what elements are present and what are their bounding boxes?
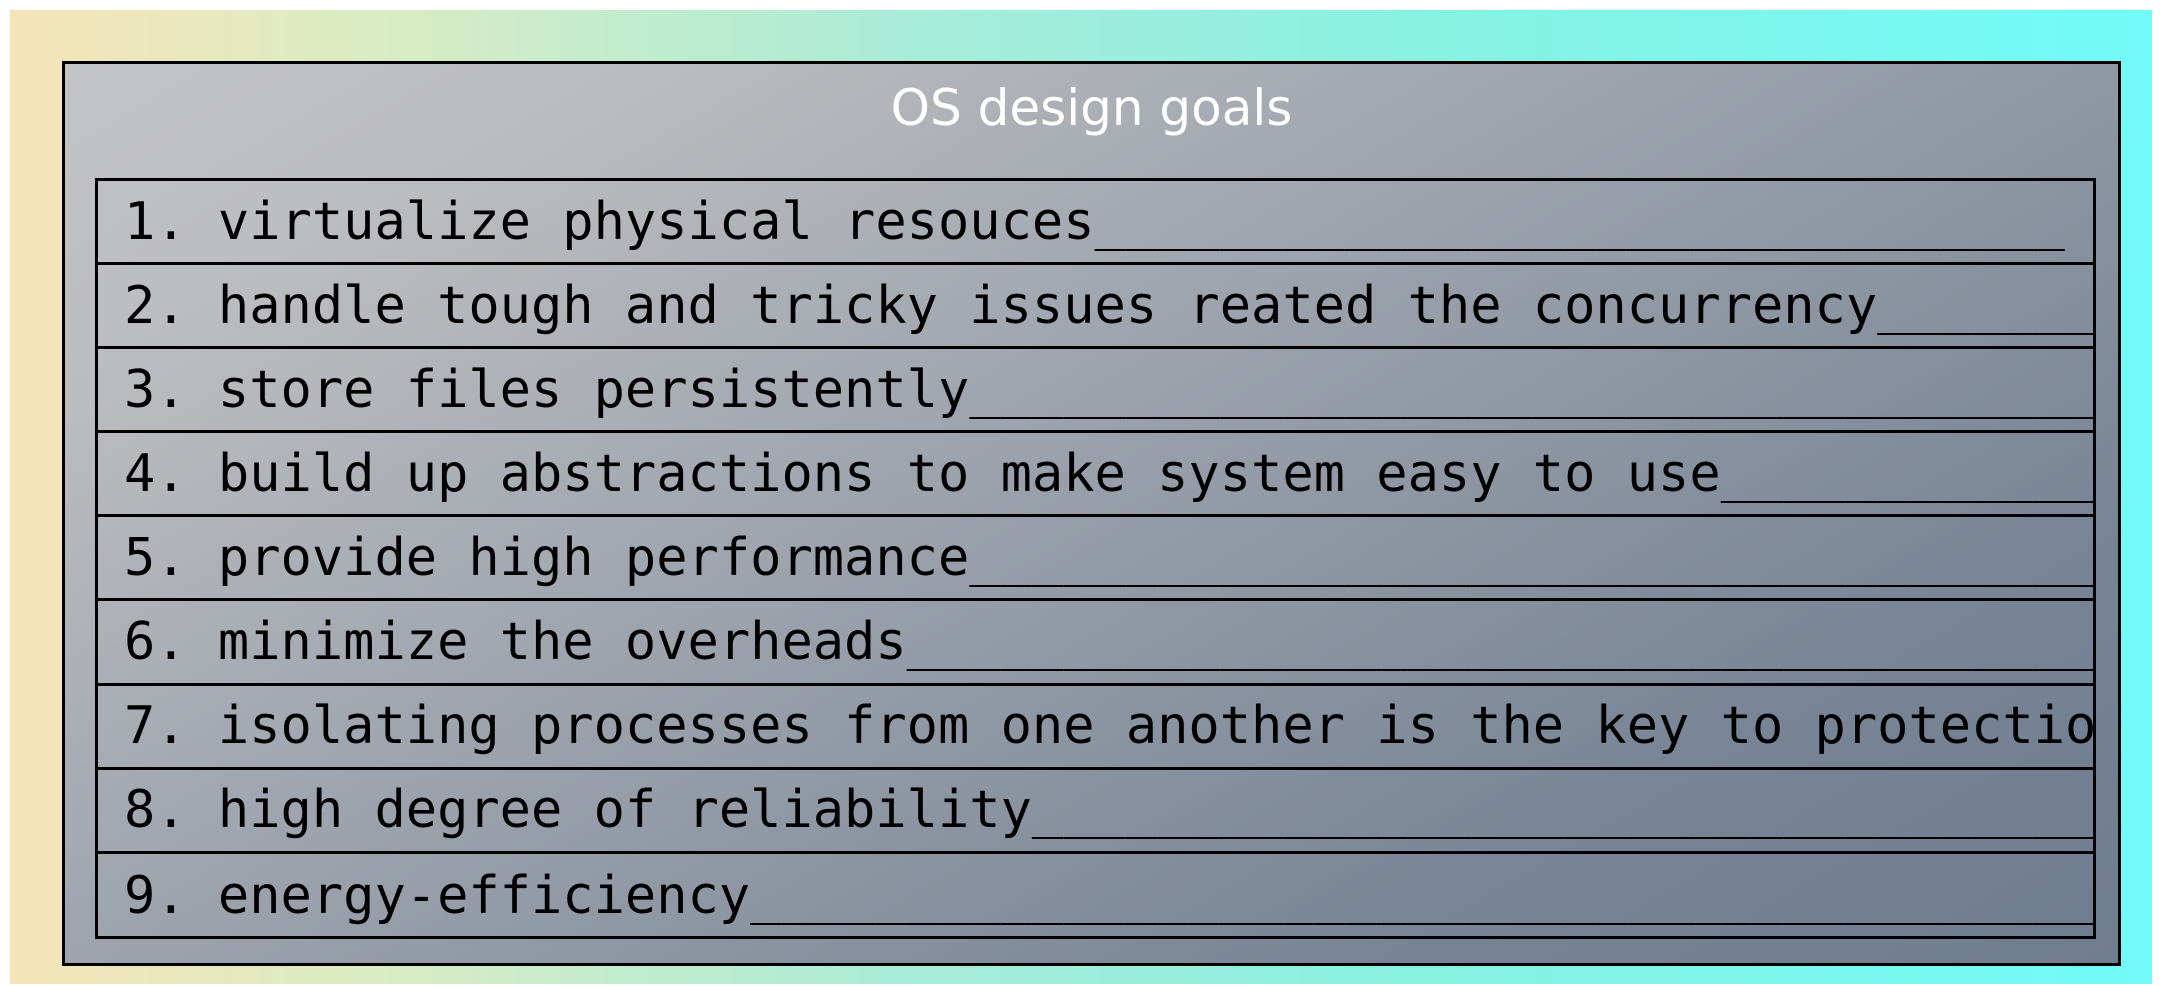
- list-item: 4. build up abstractions to make system …: [98, 433, 2093, 518]
- item-text: virtualize physical resouces____________…: [217, 191, 2066, 252]
- item-text: store files persistently________________…: [217, 359, 2093, 420]
- item-text: build up abstractions to make system eas…: [217, 443, 2093, 504]
- list-item: 9. energy-efficiency____________________…: [98, 854, 2093, 938]
- list-item: 2. handle tough and tricky issues reated…: [98, 265, 2093, 350]
- content-panel: OS design goals 1. virtualize physical r…: [62, 61, 2121, 966]
- list-item: 8. high degree of reliability___________…: [98, 770, 2093, 854]
- item-text: energy-efficiency_______________________…: [217, 865, 2093, 926]
- item-number: 6.: [124, 612, 218, 673]
- item-text: handle tough and tricky issues reated th…: [217, 275, 2093, 336]
- item-number: 8.: [124, 780, 218, 841]
- list-item: 7. isolating processes from one another …: [98, 686, 2093, 770]
- item-number: 5.: [124, 527, 218, 588]
- slide-background: OS design goals 1. virtualize physical r…: [10, 10, 2152, 984]
- list-item: 3. store files persistently_____________…: [98, 349, 2093, 434]
- goals-list: 1. virtualize physical resouces_________…: [95, 178, 2096, 939]
- list-item: 6. minimize the overheads_______________…: [98, 601, 2093, 686]
- item-number: 1.: [124, 191, 218, 252]
- item-number: 3.: [124, 359, 218, 420]
- slide-title: OS design goals: [890, 79, 1293, 137]
- list-item: 5. provide high performance_____________…: [98, 517, 2093, 602]
- list-item: 1. virtualize physical resouces_________…: [98, 181, 2093, 266]
- item-text: provide high performance________________…: [217, 527, 2093, 588]
- item-text: isolating processes from one another is …: [217, 696, 2093, 757]
- item-number: 7.: [124, 696, 218, 757]
- item-number: 2.: [124, 275, 218, 336]
- item-text: minimize the overheads__________________…: [217, 612, 2093, 673]
- item-number: 9.: [124, 865, 218, 926]
- item-text: high degree of reliability______________…: [217, 780, 2093, 841]
- item-number: 4.: [124, 443, 218, 504]
